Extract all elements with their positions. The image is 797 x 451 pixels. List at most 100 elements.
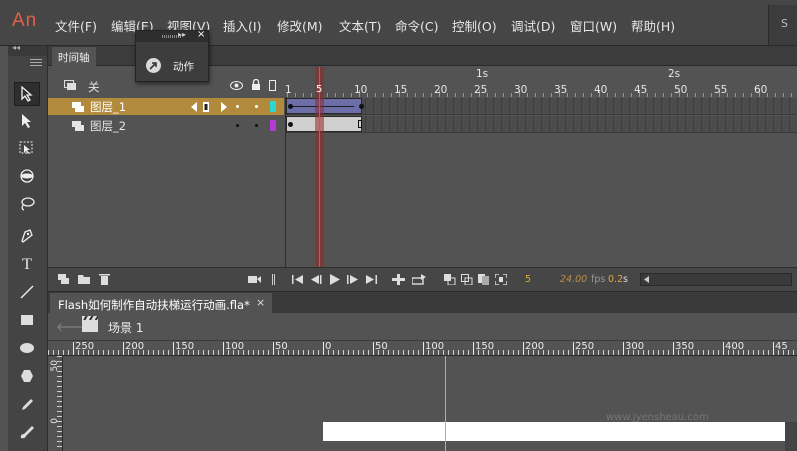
elapsed-time-value[interactable]: 0.2 [608,274,623,285]
line-tool[interactable] [14,280,40,304]
visibility-dot[interactable] [236,124,239,127]
layer-row[interactable]: 图层_2 [48,117,284,134]
modify-markers-icon[interactable] [495,274,507,285]
menu-window[interactable]: 窗口(W) [570,16,617,35]
stage-canvas[interactable] [323,422,785,441]
layer-name[interactable]: 图层_2 [90,118,126,134]
new-layer-icon[interactable] [58,274,70,285]
layer-color-swatch[interactable] [270,120,276,131]
frames-area[interactable] [285,97,797,267]
app-logo: An [12,10,38,31]
menu-text[interactable]: 文本(T) [339,16,381,35]
vertical-ruler[interactable]: 50 0 [48,356,63,451]
polygon-icon [21,370,33,382]
3d-rotation-tool[interactable] [14,164,40,188]
frame-ruler[interactable]: 1510152025303540455055601s2s [284,66,797,97]
lock-dot[interactable] [255,105,258,108]
layer-color-swatch[interactable] [270,101,276,112]
tools-panel-header[interactable]: ◂◂ [8,43,47,56]
splitter-icon[interactable] [272,274,275,285]
actions-panel: ▸▸ × 动作 [135,29,209,82]
layer-row[interactable]: 图层_1 [48,98,284,115]
play-icon[interactable] [330,274,340,285]
lock-icon[interactable] [251,79,261,91]
onion-skin-icon[interactable] [444,274,456,285]
tab-timeline[interactable]: 时间轴 [52,47,96,66]
panel-menu-icon[interactable] [30,59,42,68]
scene-label[interactable]: 场景 1 [108,319,143,336]
menu-insert[interactable]: 插入(I) [223,16,261,35]
polystar-tool[interactable] [14,364,40,388]
document-tab-title[interactable]: Flash如何制作自动扶梯运行动画.fla* [58,297,250,313]
step-back-icon[interactable] [311,275,322,284]
actions-panel-header[interactable]: ▸▸ × [136,29,208,42]
rectangle-tool[interactable] [14,308,40,332]
layers-header-label: 关 [88,80,100,94]
subselection-tool[interactable] [14,109,40,133]
menu-debug[interactable]: 调试(D) [511,16,555,35]
frame-row-layer-1[interactable] [286,98,797,115]
selection-tool[interactable] [14,82,40,106]
outline-mode-icon[interactable] [269,80,276,91]
workspace-switcher-button[interactable]: S [768,5,797,45]
layer-name[interactable]: 图层_1 [90,99,126,115]
lasso-tool[interactable] [14,192,40,216]
close-icon[interactable]: × [197,29,205,40]
frame-row-layer-2[interactable] [286,116,797,133]
brush-tool[interactable] [14,420,40,444]
oval-tool[interactable] [14,336,40,360]
text-tool[interactable]: T [14,253,40,277]
horizontal-ruler[interactable]: 250 200 150 100 50 0 50 100 150 200 250 … [48,341,797,356]
collapse-icon[interactable]: ◂◂ [12,43,20,52]
arrow-circle-icon [149,62,157,70]
frame-number-label: 25 [474,84,487,96]
menu-control[interactable]: 控制(O) [452,16,497,35]
loop-icon[interactable] [412,274,426,285]
keyframe-nav-icon[interactable] [191,101,227,113]
menu-modify[interactable]: 修改(M) [277,16,323,35]
new-folder-icon[interactable] [78,274,91,285]
static-frame-span[interactable] [286,116,362,132]
delete-icon[interactable] [99,273,110,285]
menu-help[interactable]: 帮助(H) [631,16,675,35]
go-to-last-frame-icon[interactable] [366,275,377,284]
actions-icon[interactable] [146,58,161,73]
seconds-label: 2s [668,68,680,80]
ruler-label: 150 [475,341,495,352]
ruler-label: 350 [675,341,695,352]
actions-label[interactable]: 动作 [173,59,194,74]
layer-controls-bar [48,267,284,291]
pencil-tool[interactable] [14,393,40,417]
frame-rate-value[interactable]: 24.00 [560,274,587,285]
current-frame-value[interactable]: 5 [525,274,531,285]
ruler-label: 400 [725,341,745,352]
frame-rate-unit: fps [591,274,606,285]
ruler-label: 50 [375,341,388,352]
ruler-label: 300 [625,341,645,352]
center-frame-icon[interactable] [392,274,405,285]
visibility-dot[interactable] [236,105,239,108]
timeline-horizontal-scrollbar[interactable] [640,273,792,286]
onion-skin-outline-icon[interactable] [461,274,473,285]
eye-icon[interactable] [230,81,243,90]
subselect-arrow-icon [22,114,31,128]
expand-panel-icon[interactable]: ▸▸ [178,30,186,39]
pen-tool[interactable] [14,224,40,248]
guide-line[interactable] [445,356,446,451]
document-tab[interactable]: Flash如何制作自动扶梯运行动画.fla* × [50,293,272,314]
layer-outline-icon[interactable] [64,80,78,91]
edit-multiple-frames-icon[interactable] [478,274,490,285]
camera-icon[interactable] [248,275,261,284]
close-icon[interactable]: × [256,296,265,309]
go-to-first-frame-icon[interactable] [292,275,303,284]
step-forward-icon[interactable] [347,275,358,284]
ruler-label: 200 [525,341,545,352]
lock-dot[interactable] [255,124,258,127]
scroll-left-icon[interactable] [644,276,649,283]
menu-commands[interactable]: 命令(C) [395,16,438,35]
menu-file[interactable]: 文件(F) [55,16,97,35]
frame-number-label: 40 [594,84,607,96]
ruler-label: 100 [425,341,445,352]
free-transform-tool[interactable] [14,136,40,160]
workspace-switcher-label: S [781,17,788,30]
